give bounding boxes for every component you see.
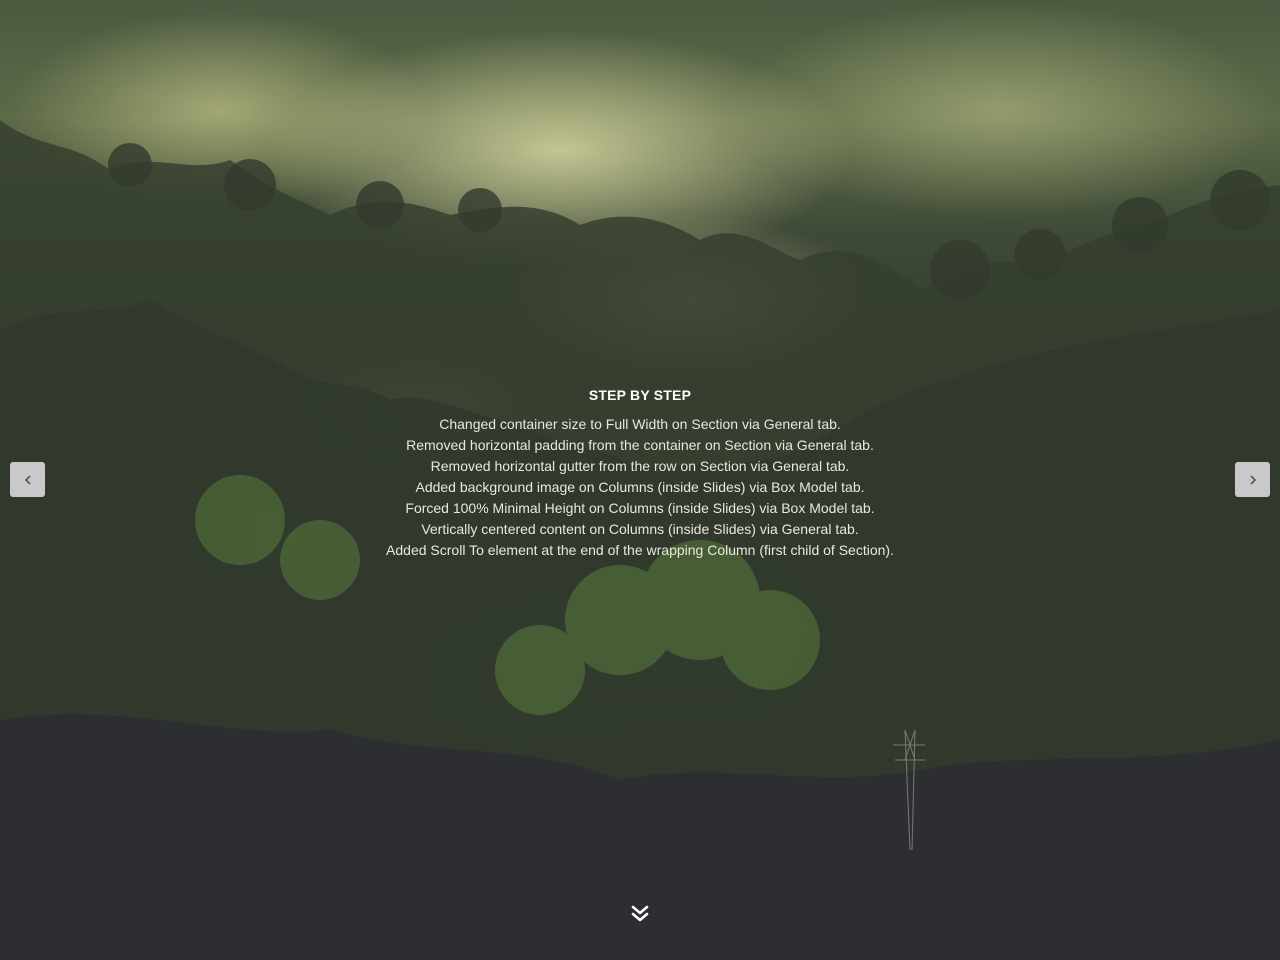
chevron-right-icon [1249,474,1256,485]
step-item: Added background image on Columns (insid… [415,479,865,495]
scroll-to-button[interactable] [628,903,652,925]
step-item: Removed horizontal padding from the cont… [406,437,874,453]
slide-heading: STEP BY STEP [588,387,692,403]
chevron-left-icon [24,474,31,485]
step-item: Added Scroll To element at the end of th… [386,542,894,558]
step-item: Forced 100% Minimal Height on Columns (i… [405,500,875,516]
step-item: Changed container size to Full Width on … [439,416,841,432]
next-slide-button[interactable] [1235,462,1270,497]
double-chevron-down-icon [631,905,649,922]
step-item: Removed horizontal gutter from the row o… [430,458,850,474]
step-item: Vertically centered content on Columns (… [421,521,859,537]
slide-content: STEP BY STEP Changed container size to F… [340,384,940,561]
previous-slide-button[interactable] [10,462,45,497]
steps-list: Changed container size to Full Width on … [340,414,940,561]
